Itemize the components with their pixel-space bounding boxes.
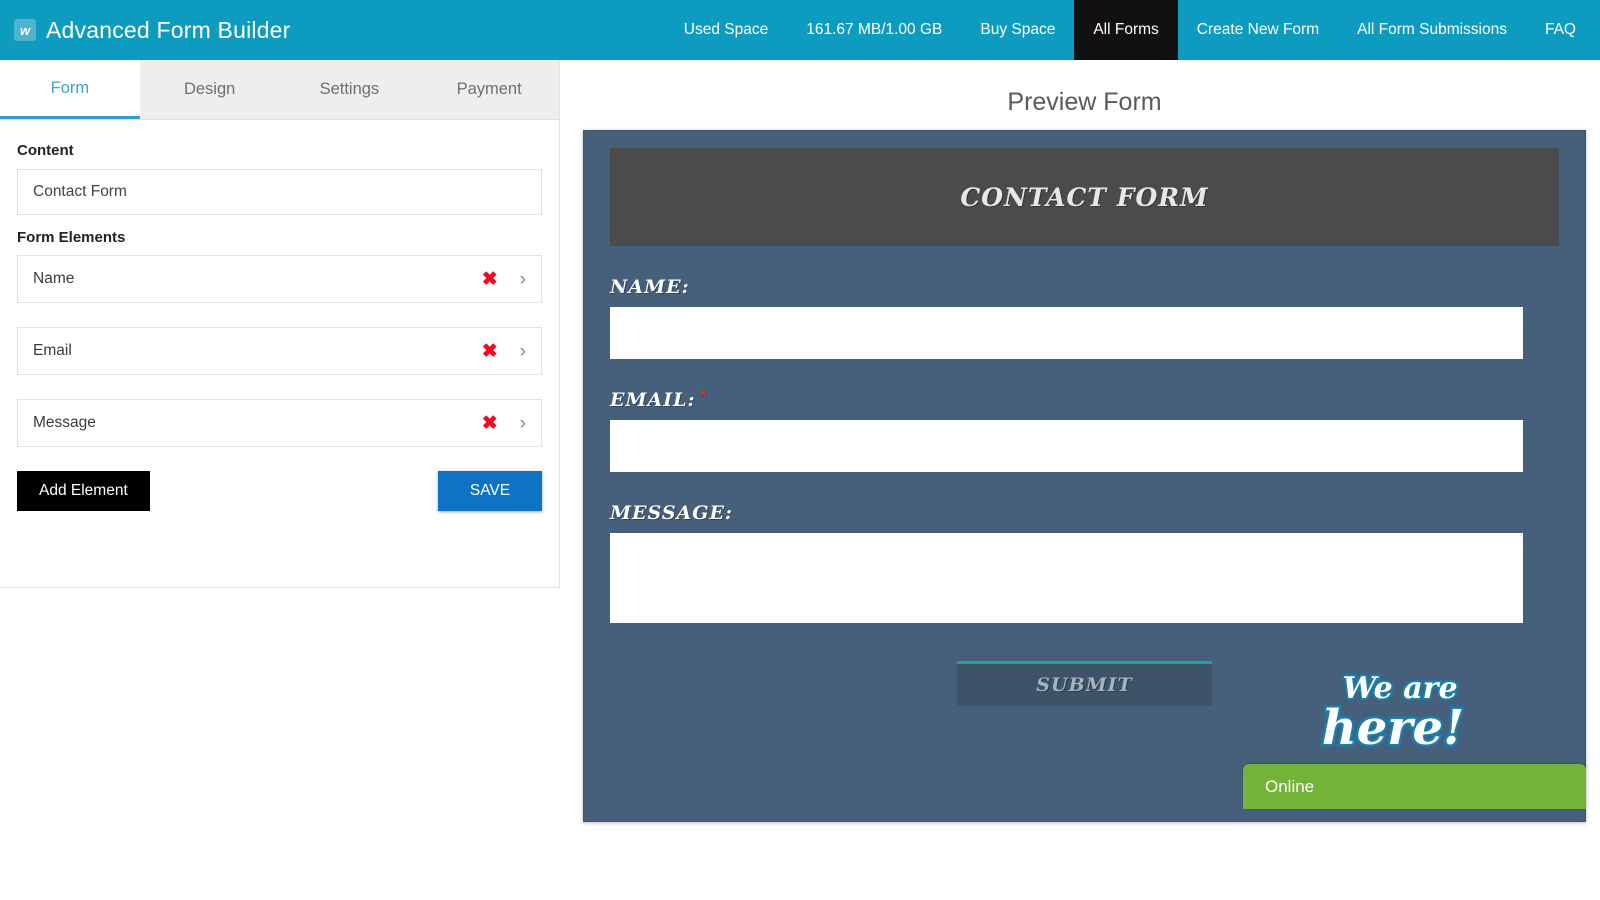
used-space-value: 161.67 MB/1.00 GB — [787, 0, 961, 60]
save-button[interactable]: SAVE — [438, 471, 542, 511]
builder-panel-body: Content Contact Form Form Elements Name … — [0, 120, 559, 511]
required-marker-icon: * — [701, 389, 708, 405]
delete-icon[interactable]: ✖ — [482, 414, 498, 433]
top-navigation-bar: w Advanced Form Builder Used Space 161.6… — [0, 0, 1600, 60]
field-label-text: EMAIL: — [610, 389, 696, 411]
tab-payment[interactable]: Payment — [419, 60, 559, 119]
field-label-text: MESSAGE: — [610, 502, 733, 524]
preview-heading: Preview Form — [583, 88, 1586, 117]
tab-settings[interactable]: Settings — [280, 60, 420, 119]
nav-item-create-new-form[interactable]: Create New Form — [1178, 0, 1338, 60]
form-element-label: Name — [33, 270, 74, 288]
app-title: Advanced Form Builder — [46, 17, 291, 44]
preview-fields: NAME: EMAIL: * MESSAGE: SUBMIT — [584, 276, 1585, 706]
chat-status-label: Online — [1265, 777, 1314, 797]
form-element-label: Email — [33, 342, 72, 360]
field-label-email: EMAIL: * — [610, 389, 1559, 411]
panel-button-row: Add Element SAVE — [17, 471, 542, 511]
delete-icon[interactable]: ✖ — [482, 270, 498, 289]
field-label-name: NAME: — [610, 276, 1559, 298]
email-input[interactable] — [610, 420, 1523, 472]
name-input[interactable] — [610, 307, 1523, 359]
chevron-right-icon[interactable]: › — [520, 342, 526, 361]
row-actions: ✖ › — [482, 342, 526, 361]
add-element-button[interactable]: Add Element — [17, 471, 150, 511]
submit-button[interactable]: SUBMIT — [957, 661, 1212, 706]
delete-icon[interactable]: ✖ — [482, 342, 498, 361]
used-space-label: Used Space — [665, 0, 787, 60]
nav-item-all-form-submissions[interactable]: All Form Submissions — [1338, 0, 1526, 60]
builder-tabs: Form Design Settings Payment — [0, 60, 559, 120]
form-element-row-message[interactable]: Message ✖ › — [17, 399, 542, 447]
field-label-message: MESSAGE: — [610, 502, 1559, 524]
chat-status-bar[interactable]: Online — [1243, 764, 1586, 809]
field-block-email: EMAIL: * — [610, 389, 1559, 472]
nav-item-faq[interactable]: FAQ — [1526, 0, 1600, 60]
form-title-bar: CONTACT FORM — [610, 148, 1559, 246]
tab-form[interactable]: Form — [0, 60, 140, 119]
brand[interactable]: w Advanced Form Builder — [0, 0, 311, 60]
form-element-label: Message — [33, 414, 96, 432]
builder-panel: Form Design Settings Payment Content Con… — [0, 60, 560, 588]
row-actions: ✖ › — [482, 270, 526, 289]
submit-row: SUBMIT — [610, 661, 1559, 706]
form-element-row-email[interactable]: Email ✖ › — [17, 327, 542, 375]
chevron-right-icon[interactable]: › — [520, 414, 526, 433]
app-logo-icon: w — [14, 19, 36, 41]
tab-design[interactable]: Design — [140, 60, 280, 119]
row-actions: ✖ › — [482, 414, 526, 433]
field-block-name: NAME: — [610, 276, 1559, 359]
chevron-right-icon[interactable]: › — [520, 270, 526, 289]
message-textarea[interactable] — [610, 533, 1523, 623]
form-preview-panel: CONTACT FORM NAME: EMAIL: * MESSAGE: SUB… — [583, 130, 1586, 822]
nav-item-all-forms[interactable]: All Forms — [1074, 0, 1177, 60]
form-elements-label: Form Elements — [17, 229, 542, 246]
field-block-message: MESSAGE: — [610, 502, 1559, 628]
nav-items: Used Space 161.67 MB/1.00 GB Buy Space A… — [665, 0, 1600, 60]
form-element-row-name[interactable]: Name ✖ › — [17, 255, 542, 303]
field-label-text: NAME: — [610, 276, 690, 298]
form-title: CONTACT FORM — [960, 183, 1208, 212]
nav-item-buy-space[interactable]: Buy Space — [961, 0, 1074, 60]
form-name-input[interactable]: Contact Form — [17, 169, 542, 215]
form-name-value: Contact Form — [33, 183, 127, 201]
content-section-label: Content — [17, 142, 542, 159]
